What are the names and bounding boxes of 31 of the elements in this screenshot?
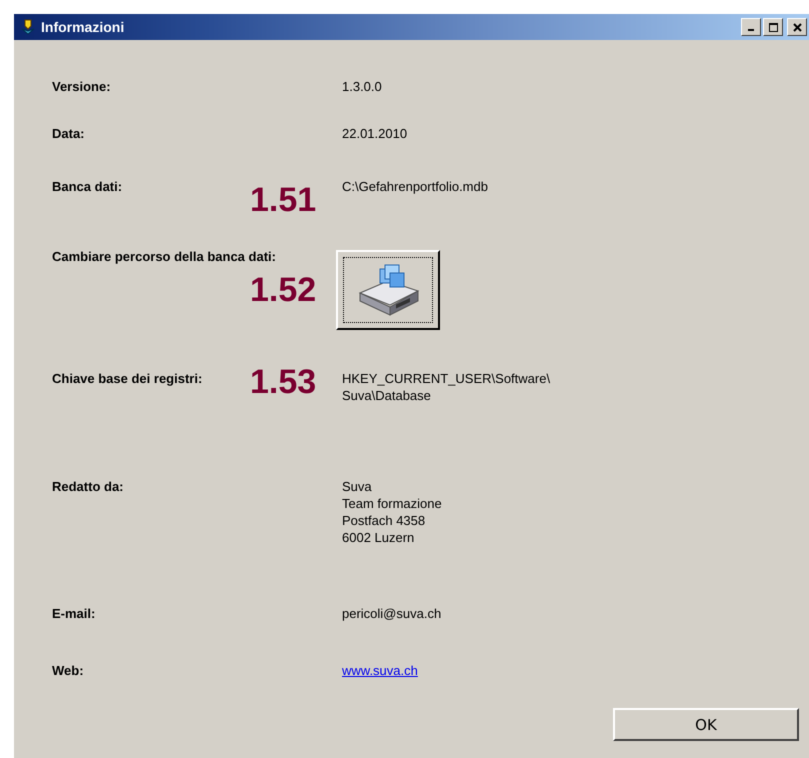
- field-value: pericoli@suva.ch: [342, 605, 442, 622]
- change-database-button[interactable]: [336, 250, 440, 330]
- field-value: 6002 Luzern: [342, 529, 416, 546]
- callout-number: 1.51: [250, 180, 316, 220]
- website-link[interactable]: www.suva.ch: [342, 662, 418, 679]
- field-value: Suva: [342, 478, 373, 495]
- field-label: E-mail:: [52, 605, 96, 622]
- field-label: Data:: [52, 125, 85, 142]
- field-label: Banca dati:: [52, 178, 122, 195]
- field-label: Chiave base dei registri:: [52, 370, 202, 387]
- field-label: Redatto da:: [52, 478, 124, 495]
- maximize-icon: [768, 22, 778, 32]
- field-value: Team formazione: [342, 495, 442, 512]
- close-button[interactable]: [787, 18, 807, 36]
- callout-number: 1.52: [250, 270, 316, 310]
- field-value: 22.01.2010: [342, 125, 408, 142]
- field-value: Suva\Database: [342, 387, 432, 404]
- field-label: Web:: [52, 662, 84, 679]
- minimize-button[interactable]: [741, 18, 761, 36]
- close-icon: [792, 22, 802, 32]
- field-value: HKEY_CURRENT_USER\Software\: [342, 370, 550, 387]
- window-title: Informazioni: [41, 19, 124, 35]
- field-value: C:\Gefahrenportfolio.mdb: [342, 178, 488, 195]
- field-value: 1.3.0.0: [342, 78, 382, 95]
- field-label: Cambiare percorso della banca dati:: [52, 248, 276, 265]
- field-label: Versione:: [52, 78, 111, 95]
- maximize-button[interactable]: [763, 18, 783, 36]
- ok-button[interactable]: OK: [613, 708, 799, 741]
- app-icon: [20, 19, 36, 35]
- callout-number: 1.53: [250, 362, 316, 402]
- field-value: Postfach 4358: [342, 512, 426, 529]
